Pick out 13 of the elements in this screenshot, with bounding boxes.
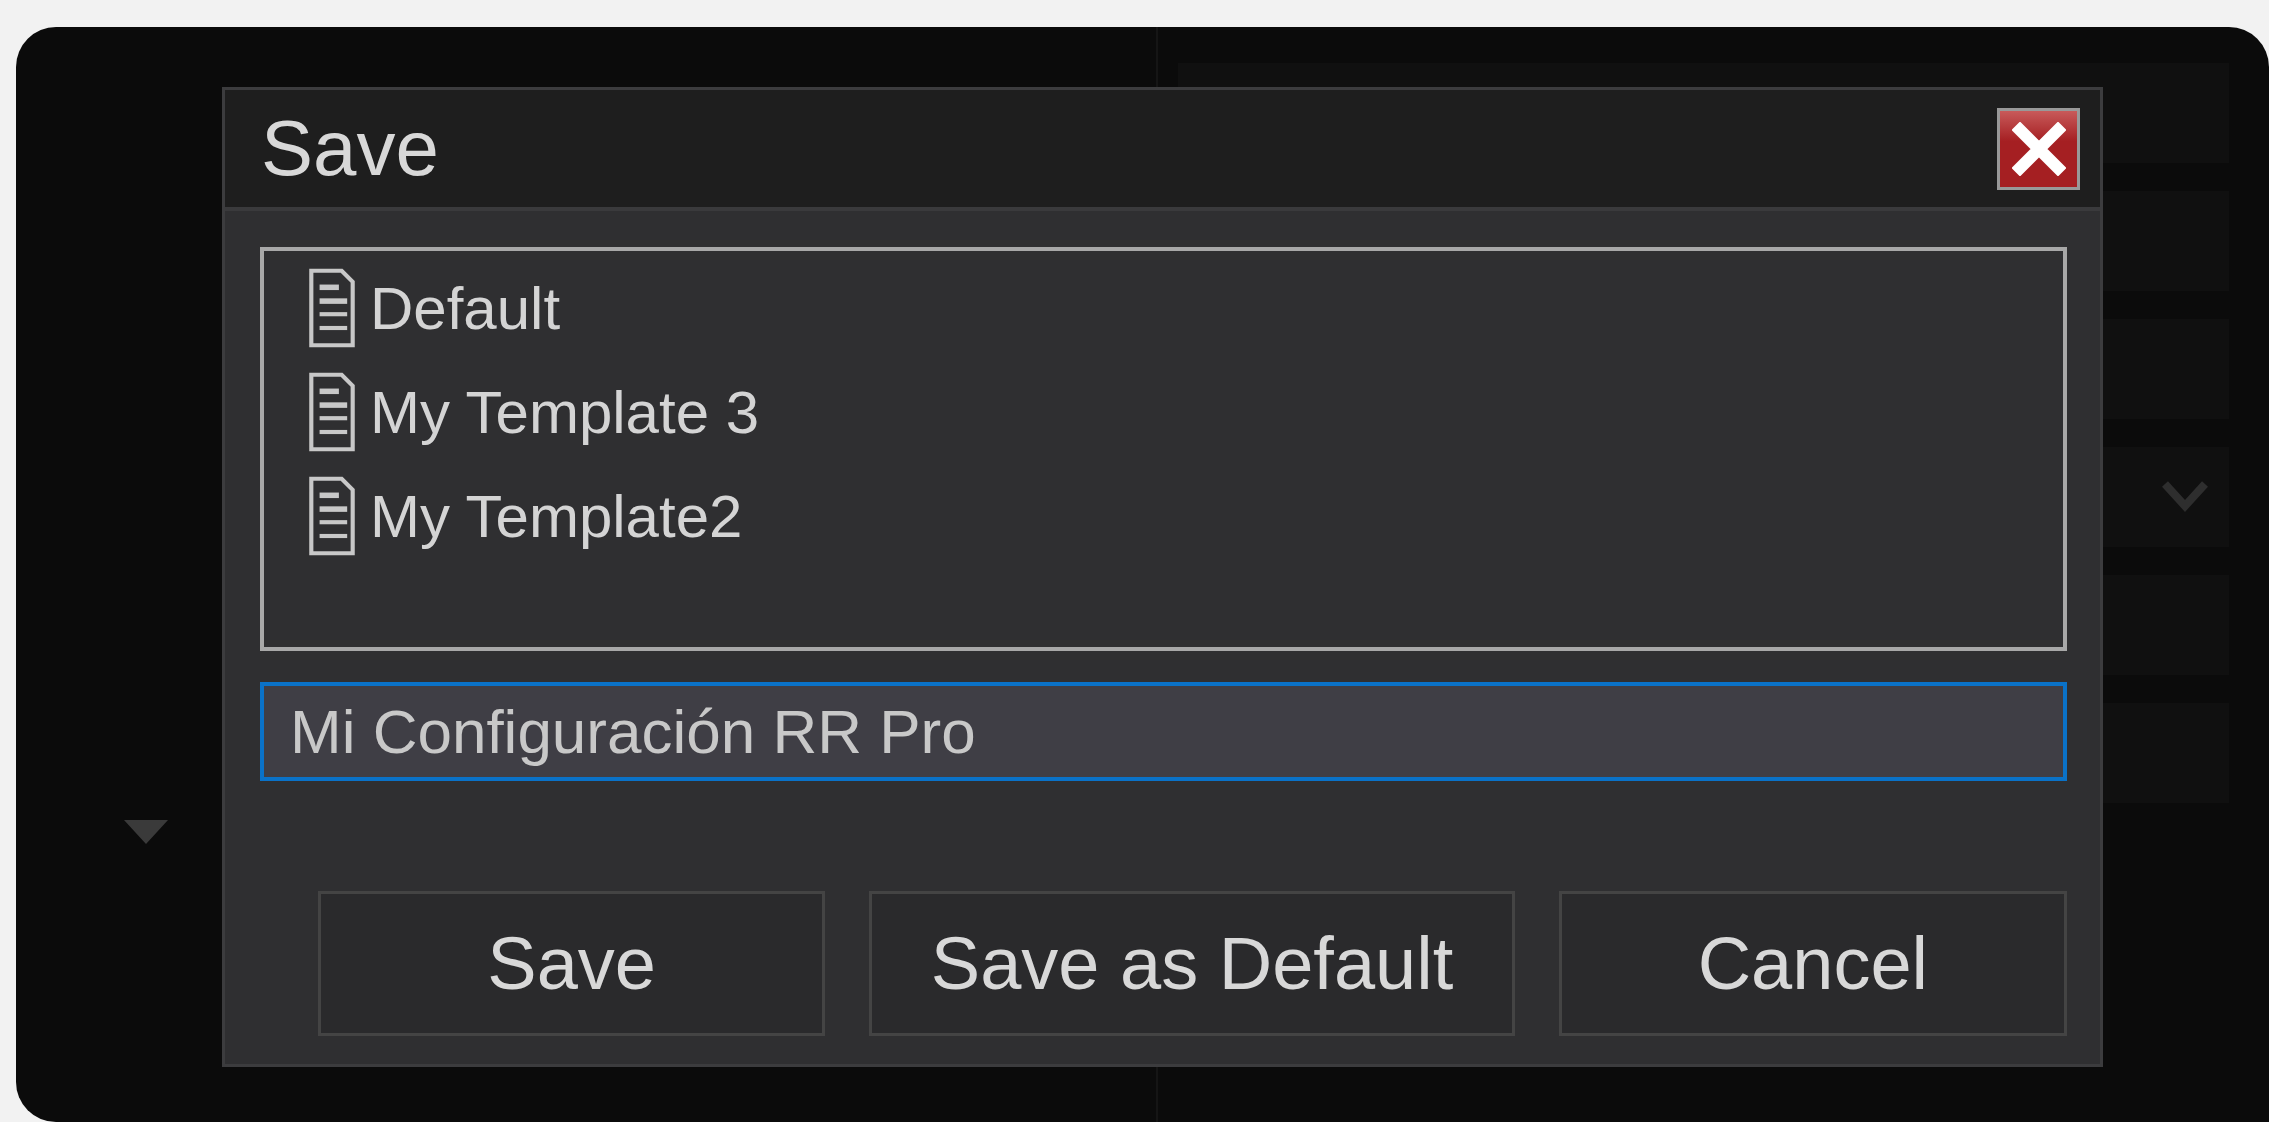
dialog-title: Save: [261, 103, 439, 194]
document-icon: [308, 268, 356, 348]
template-item[interactable]: Default: [370, 273, 561, 343]
dialog-button[interactable]: Cancel: [1558, 891, 2067, 1036]
document-icon: [308, 372, 356, 452]
triangle-icon: [124, 820, 168, 844]
template-item[interactable]: My Template2: [370, 481, 743, 551]
template-item[interactable]: My Template 3: [370, 377, 760, 447]
dialog-button[interactable]: Save: [318, 891, 826, 1036]
close-button[interactable]: [1997, 107, 2080, 190]
document-icon: [308, 476, 356, 556]
dialog-button[interactable]: Save as Default: [869, 891, 1515, 1036]
name-field[interactable]: Mi Configuración RR Pro: [260, 682, 2067, 781]
